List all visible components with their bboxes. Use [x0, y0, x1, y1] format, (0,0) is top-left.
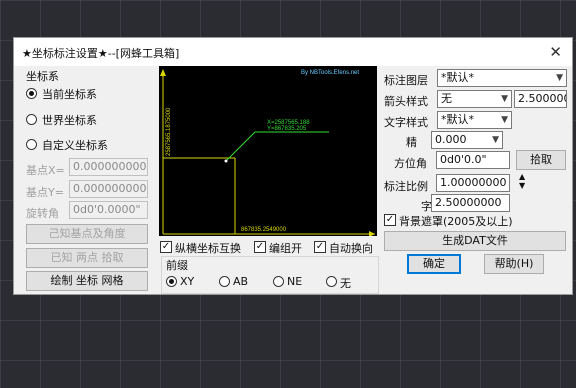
radio-label: NE: [287, 275, 303, 288]
auto-wrap-checkbox[interactable]: ✓ 自动换向: [314, 240, 378, 255]
rotation-input[interactable]: 0d0'0.0000": [69, 201, 148, 219]
base-x-label: 基点X=: [26, 164, 65, 177]
swap-xy-checkbox[interactable]: ✓ 纵横坐标互换: [160, 240, 256, 255]
char-size-input[interactable]: 2.50000000: [431, 194, 510, 212]
arrow-size-input[interactable]: 2.5000000: [514, 90, 567, 108]
window-title: ★坐标标注设置★--[网蜂工具箱]: [22, 47, 180, 60]
check-mark-icon: ✓: [254, 241, 266, 253]
layer-label: 标注图层: [384, 74, 428, 87]
precision-value: 0.000: [435, 133, 467, 146]
prefix-radio-none[interactable]: 无: [326, 275, 370, 290]
radio-label: XY: [180, 275, 195, 288]
point-marker: [224, 159, 228, 163]
text-style-select[interactable]: *默认* ▼: [437, 111, 512, 129]
radio-world-coord[interactable]: 世界坐标系: [26, 112, 146, 128]
bg-mask-checkbox[interactable]: ✓ 背景遮罩(2005及以上): [384, 213, 534, 228]
bg-mask-label: 背景遮罩(2005及以上): [399, 215, 513, 228]
azimuth-label: 方位角: [394, 157, 427, 170]
radio-indicator: [26, 114, 37, 125]
base-y-label: 基点Y=: [26, 186, 64, 199]
known-base-angle-button[interactable]: 己知基点及角度: [26, 224, 148, 244]
chevron-down-icon: ▼: [492, 135, 499, 145]
check-mark-icon: ✓: [384, 214, 396, 226]
radio-indicator: [26, 88, 37, 99]
prefix-radio-ne[interactable]: NE: [273, 275, 317, 289]
generate-dat-button[interactable]: 生成DAT文件: [384, 231, 566, 251]
group-on-checkbox[interactable]: ✓ 编组开: [254, 240, 314, 255]
y-axis-arrow: [160, 69, 166, 76]
scale-label: 标注比例: [384, 180, 428, 193]
title-bar: ★坐标标注设置★--[网蜂工具箱] ✕: [14, 38, 572, 66]
radio-indicator: [26, 139, 37, 150]
scale-input[interactable]: 1.00000000: [436, 174, 510, 192]
close-icon[interactable]: ✕: [549, 43, 562, 61]
prefix-radio-ab[interactable]: AB: [219, 275, 263, 289]
pick-azimuth-button[interactable]: 拾取: [516, 150, 566, 170]
swap-xy-label: 纵横坐标互换: [175, 242, 241, 255]
radio-label: AB: [233, 275, 249, 288]
preview-drawing: By NBTools.Efens.net X=2587565.188 Y=867…: [160, 69, 375, 237]
point-y-text: Y=867835.205: [267, 126, 307, 132]
base-y-input[interactable]: 0.000000000000: [69, 180, 148, 198]
scale-spinner[interactable]: ▲ ▼: [519, 172, 525, 190]
ok-button[interactable]: 确定: [407, 254, 461, 274]
arrow-style-select[interactable]: 无 ▼: [437, 90, 512, 108]
text-style-label: 文字样式: [384, 116, 428, 129]
radio-custom-coord[interactable]: 自定义坐标系: [26, 137, 146, 153]
precision-select[interactable]: 0.000 ▼: [431, 131, 503, 149]
horizontal-coord-label: 867835.2549000: [241, 227, 287, 233]
help-button[interactable]: 帮助(H): [484, 254, 544, 274]
auto-wrap-label: 自动换向: [329, 242, 373, 255]
two-points-pick-button[interactable]: 已知 两点 拾取: [26, 248, 148, 268]
radio-current-coord[interactable]: 当前坐标系: [26, 86, 146, 102]
layer-value: *默认*: [441, 71, 474, 84]
chevron-down-icon: ▼: [501, 115, 508, 125]
vertical-coord-label: 2587565.1875000: [166, 107, 172, 156]
chevron-down-icon: ▼: [556, 73, 563, 83]
radio-label: 无: [340, 277, 351, 290]
group-on-label: 编组开: [269, 242, 302, 255]
coord-system-heading: 坐标系: [26, 70, 59, 83]
chevron-down-icon: ▼: [501, 94, 508, 104]
radio-indicator: [166, 276, 177, 287]
prefix-radio-xy[interactable]: XY: [166, 275, 210, 289]
arrow-style-value: 无: [441, 92, 452, 105]
text-style-value: *默认*: [441, 113, 474, 126]
draw-grid-button[interactable]: 绘制 坐标 网格: [26, 271, 148, 291]
layer-select[interactable]: *默认* ▼: [437, 69, 567, 87]
base-x-input[interactable]: 0.000000000000: [69, 158, 148, 176]
prefix-heading: 前缀: [166, 259, 188, 272]
watermark-text: By NBTools.Efens.net: [301, 70, 359, 76]
radio-label: 世界坐标系: [42, 114, 97, 127]
rotation-label: 旋转角: [26, 207, 59, 220]
precision-label: 精: [406, 136, 417, 149]
radio-indicator: [273, 276, 284, 287]
radio-label: 自定义坐标系: [42, 139, 108, 152]
radio-label: 当前坐标系: [42, 88, 97, 101]
radio-indicator: [326, 276, 337, 287]
preview-canvas: By NBTools.Efens.net X=2587565.188 Y=867…: [159, 66, 377, 237]
radio-indicator: [219, 276, 230, 287]
coordinate-dimension-dialog: ★坐标标注设置★--[网蜂工具箱] ✕ 坐标系 当前坐标系 世界坐标系 自定义坐…: [13, 37, 573, 295]
azimuth-input[interactable]: 0d0'0.0": [436, 151, 510, 169]
check-mark-icon: ✓: [314, 241, 326, 253]
pointer-leader: [225, 131, 256, 162]
check-mark-icon: ✓: [160, 241, 172, 253]
arrow-style-label: 箭头样式: [384, 95, 428, 108]
